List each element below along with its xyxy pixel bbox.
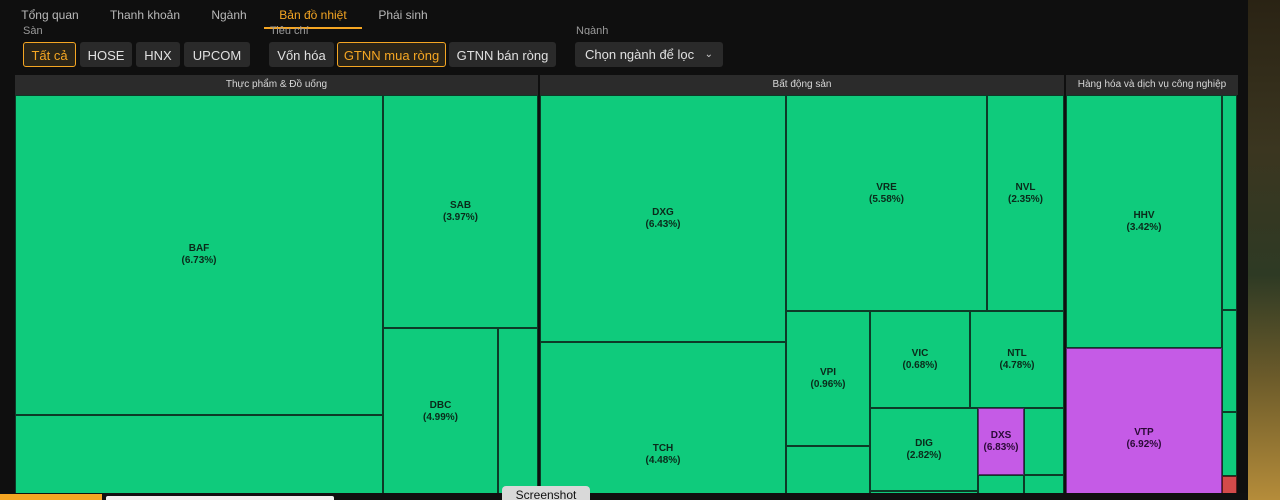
- pct-change: (3.42%): [1126, 221, 1162, 233]
- sector-food-beverage: Thực phẩm & Đồ uống: [15, 75, 538, 95]
- tile-tch[interactable]: TCH (4.48%): [540, 342, 786, 495]
- pct-change: (0.68%): [902, 359, 938, 371]
- tile-vtp[interactable]: VTP (6.92%): [1066, 348, 1222, 495]
- pct-change: (0.96%): [810, 378, 846, 390]
- tile-vre[interactable]: VRE (5.58%): [786, 95, 987, 311]
- pct-change: (6.73%): [181, 255, 217, 266]
- ticker: VPI: [819, 366, 837, 378]
- bottom-accent-strip: [0, 494, 102, 500]
- pct-change: (4.78%): [999, 359, 1035, 371]
- exchange-label: Sàn: [23, 26, 43, 35]
- tile-unlabeled[interactable]: [498, 328, 538, 495]
- chevron-down-icon: ⌄: [704, 49, 713, 60]
- metric-market-cap-button[interactable]: Vốn hóa: [269, 42, 334, 67]
- tile-unlabeled[interactable]: [15, 415, 383, 495]
- ticker: VTP: [1134, 426, 1154, 438]
- ticker: VRE: [876, 182, 897, 194]
- tile-dxg[interactable]: DXG (6.43%): [540, 95, 786, 342]
- tile-unlabeled[interactable]: [1222, 412, 1237, 476]
- ticker: TCH: [652, 442, 674, 454]
- screenshot-tooltip: Screenshot: [502, 486, 590, 500]
- pct-change: (4.48%): [645, 454, 681, 466]
- pct-change: (6.43%): [645, 218, 681, 230]
- exchange-hose-button[interactable]: HOSE: [80, 42, 132, 67]
- tile-unlabeled[interactable]: [1222, 95, 1237, 310]
- tile-hhv[interactable]: HHV (3.42%): [1066, 95, 1222, 348]
- exchange-upcom-button[interactable]: UPCOM: [184, 42, 250, 67]
- industry-label: Ngành: [576, 26, 609, 35]
- market-panel: Tổng quan Thanh khoản Ngành Bản đồ nhiệt…: [0, 0, 1248, 500]
- tab-bar: Tổng quan Thanh khoản Ngành Bản đồ nhiệt…: [0, 0, 1248, 30]
- metric-label: Tiêu chí: [270, 26, 309, 35]
- tile-baf[interactable]: BAF (6.73%): [15, 95, 383, 415]
- ticker: DXG: [652, 206, 674, 218]
- tile-nvl[interactable]: NVL (2.35%): [987, 95, 1064, 311]
- tile-unlabeled[interactable]: [978, 475, 1024, 495]
- bottom-input-strip: [106, 496, 334, 500]
- ticker: DXS: [990, 429, 1012, 441]
- tile-unlabeled[interactable]: [1222, 310, 1237, 412]
- exchange-all-button[interactable]: Tất cả: [23, 42, 76, 67]
- ticker: NTL: [1007, 347, 1027, 359]
- ticker: DBC: [429, 399, 452, 411]
- pct-change: (5.58%): [868, 194, 904, 206]
- tile-vic[interactable]: VIC (0.68%): [870, 311, 970, 408]
- ticker: BAF: [188, 243, 210, 254]
- pct-change: (2.82%): [906, 449, 942, 461]
- industry-select[interactable]: Chọn ngành để lọc ⌄: [575, 42, 723, 67]
- ticker: SAB: [449, 199, 472, 211]
- metric-net-sell-button[interactable]: GTNN bán ròng: [449, 42, 556, 67]
- ticker: DIG: [915, 437, 933, 449]
- industry-select-value: Chọn ngành để lọc: [585, 47, 695, 62]
- tile-ntl[interactable]: NTL (4.78%): [970, 311, 1064, 408]
- metric-net-buy-button[interactable]: GTNN mua ròng: [337, 42, 446, 67]
- tile-dig[interactable]: DIG (2.82%): [870, 408, 978, 491]
- tile-unlabeled[interactable]: [786, 446, 870, 495]
- tab-industry[interactable]: Ngành: [204, 0, 254, 30]
- tab-derivatives[interactable]: Phái sinh: [372, 0, 434, 30]
- pct-change: (6.92%): [1126, 438, 1162, 450]
- ticker: NVL: [1015, 182, 1036, 194]
- sector-industrial-goods: Hàng hóa và dịch vụ công nghiệp: [1066, 75, 1238, 95]
- background-photo-edge: [1248, 0, 1280, 500]
- tile-unlabeled[interactable]: [1024, 408, 1064, 475]
- pct-change: (3.97%): [442, 211, 478, 223]
- pct-change: (6.83%): [983, 441, 1019, 453]
- ticker: VIC: [911, 347, 929, 359]
- pct-change: (2.35%): [1007, 194, 1043, 206]
- tile-vpi[interactable]: VPI (0.96%): [786, 311, 870, 446]
- exchange-hnx-button[interactable]: HNX: [136, 42, 180, 67]
- tile-dbc[interactable]: DBC (4.99%): [383, 328, 498, 495]
- pct-change: (4.99%): [422, 411, 458, 423]
- ticker: HHV: [1133, 209, 1155, 221]
- tile-sab[interactable]: SAB (3.97%): [383, 95, 538, 328]
- tile-dxs[interactable]: DXS (6.83%): [978, 408, 1024, 475]
- tile-unlabeled[interactable]: [1024, 475, 1064, 495]
- tab-liquidity[interactable]: Thanh khoản: [104, 0, 186, 30]
- sector-real-estate: Bất động sản: [540, 75, 1064, 95]
